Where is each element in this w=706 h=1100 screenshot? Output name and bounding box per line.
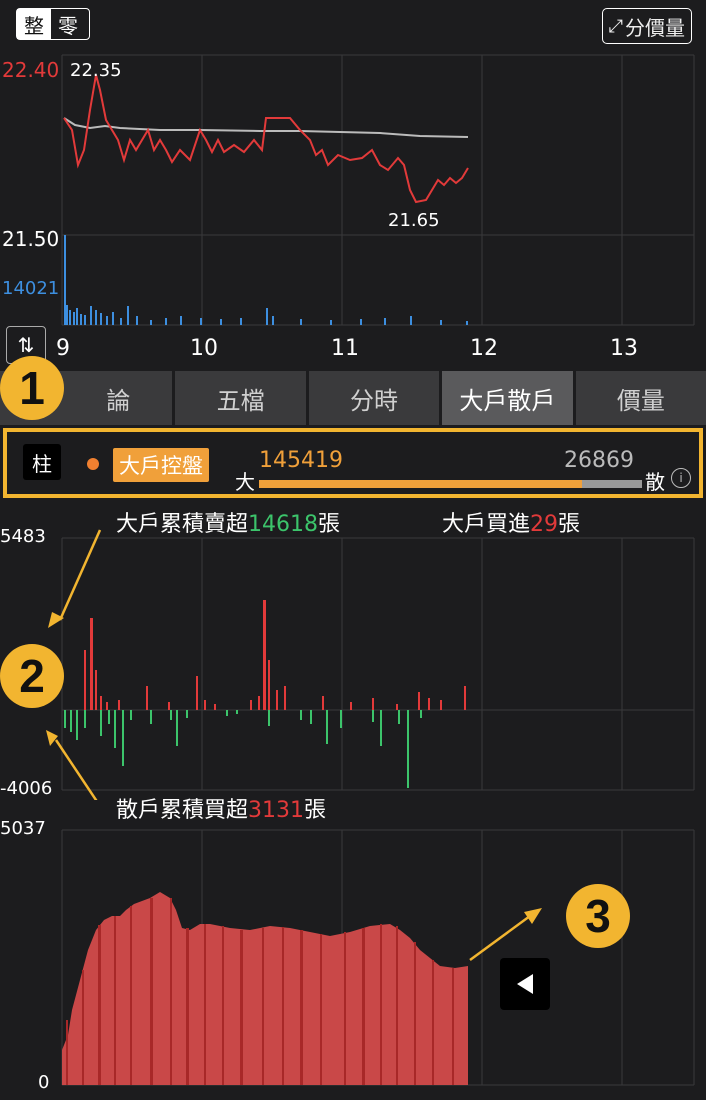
ratio-bar xyxy=(259,480,642,488)
big-buy-annotation: 大戶買進29張 xyxy=(442,506,580,538)
ratio-bar-big-fill xyxy=(259,480,583,488)
big-sell-annotation: 大戶累積賣超14618張 xyxy=(116,506,340,538)
big-buy-value: 29 xyxy=(530,512,559,537)
big-sell-value: 14618 xyxy=(248,512,319,537)
cumulative-chart xyxy=(61,829,695,1086)
x-tick-11: 11 xyxy=(331,336,359,361)
retail-bars xyxy=(64,710,422,788)
price-axis-bottom: 21.50 xyxy=(2,227,60,251)
big-sell-unit: 張 xyxy=(318,512,341,537)
price-axis-top: 22.40 xyxy=(2,58,60,82)
price-chart xyxy=(61,54,695,326)
x-tick-12: 12 xyxy=(470,336,498,361)
net-buy-sell-chart xyxy=(46,529,695,800)
low-price-label: 21.65 xyxy=(388,210,440,231)
volume-max-label: 14021 xyxy=(2,278,60,299)
bar-chart-toggle[interactable]: 柱 xyxy=(23,444,61,480)
tab-time-share[interactable]: 分時 xyxy=(308,371,440,425)
info-icon-glyph: i xyxy=(679,471,683,485)
tab-bar: 論 五檔 分時 大戶散戶 價量 xyxy=(0,371,706,425)
retail-value: 26869 xyxy=(564,448,634,473)
big-holder-bars xyxy=(84,600,466,710)
triangle-left-icon xyxy=(517,974,533,994)
callout-1: 1 xyxy=(0,356,64,420)
volume-bars xyxy=(64,235,468,325)
tab-big-retail[interactable]: 大戶散戶 xyxy=(442,371,573,425)
diff-axis-top: 5483 xyxy=(0,526,46,547)
cum-axis-bottom: 0 xyxy=(38,1072,50,1093)
x-tick-13: 13 xyxy=(610,336,638,361)
control-bar: 柱 大戶控盤 大 145419 26869 散 i xyxy=(3,428,703,498)
big-value: 145419 xyxy=(259,448,343,473)
big-holder-chip[interactable]: 大戶控盤 xyxy=(113,448,209,482)
x-tick-10: 10 xyxy=(190,336,218,361)
big-buy-unit: 張 xyxy=(558,512,581,537)
high-price-label: 22.35 xyxy=(70,60,122,81)
diff-axis-bottom: -4006 xyxy=(0,778,53,799)
swap-icon: ⇅ xyxy=(17,333,35,357)
tab-price-volume[interactable]: 價量 xyxy=(575,371,706,425)
price-line xyxy=(63,74,469,204)
status-dot-icon xyxy=(87,458,99,470)
callout-2: 2 xyxy=(0,644,64,708)
tab-five-levels[interactable]: 五檔 xyxy=(175,371,306,425)
retail-suffix: 散 xyxy=(645,470,665,494)
big-prefix: 大 xyxy=(235,470,255,494)
big-buy-text: 大戶買進 xyxy=(442,512,531,537)
cum-axis-top: 5037 xyxy=(0,818,46,839)
collapse-panel-button[interactable] xyxy=(500,958,550,1010)
x-tick-9: 9 xyxy=(56,336,70,361)
cumulative-area xyxy=(62,892,468,1085)
callout-3: 3 xyxy=(566,884,630,948)
big-sell-text: 大戶累積賣超 xyxy=(116,512,249,537)
info-icon[interactable]: i xyxy=(671,468,691,488)
